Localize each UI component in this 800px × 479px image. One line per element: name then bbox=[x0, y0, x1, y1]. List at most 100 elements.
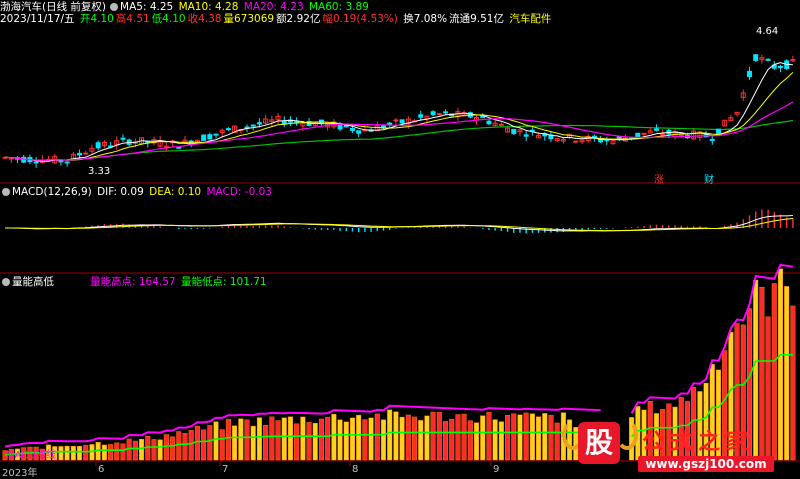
ma20-label: MA20: 4.23 bbox=[243, 1, 304, 13]
quote-low: 低4.10 bbox=[151, 13, 186, 25]
volume-bar bbox=[108, 444, 114, 461]
axis-month-9: 9 bbox=[493, 464, 500, 475]
volume-bar bbox=[207, 425, 213, 461]
volume-bar bbox=[176, 431, 182, 461]
logo-name: 公式之家 bbox=[642, 429, 755, 455]
candle-body bbox=[715, 128, 721, 135]
vol-values: 量能高点: 164.57 量能低点: 101.71 bbox=[90, 276, 269, 288]
candle-body bbox=[523, 134, 529, 137]
stock-title[interactable]: 渤海汽车(日线 前复权) bbox=[0, 1, 106, 13]
volume-bar bbox=[306, 422, 312, 461]
volume-bar bbox=[300, 416, 306, 461]
quote-change: 幅0.19(4.53%) bbox=[322, 13, 398, 25]
ma5-line bbox=[5, 62, 793, 162]
volume-bar bbox=[542, 413, 548, 461]
candle-body bbox=[753, 54, 759, 61]
quote-date: 2023/11/17/五 bbox=[0, 13, 75, 25]
candle-body bbox=[660, 133, 666, 136]
candle-body bbox=[765, 58, 771, 61]
quote-amount: 额2.92亿 bbox=[276, 13, 321, 25]
volume-bar bbox=[225, 418, 231, 461]
price-high-annotation: 4.64 bbox=[756, 26, 779, 37]
volume-bar bbox=[132, 440, 138, 461]
axis-month-8: 8 bbox=[352, 464, 359, 475]
candle-body bbox=[418, 114, 424, 118]
vol-name: 量能高低 bbox=[12, 276, 54, 288]
volume-bar bbox=[368, 417, 374, 461]
volume-bar bbox=[170, 436, 176, 461]
watermark-logo: 股 公式之家 www.gszj100.com bbox=[556, 418, 800, 476]
candle-body bbox=[83, 152, 89, 155]
cai-marker[interactable]: 财 bbox=[704, 171, 714, 186]
volume-bar bbox=[467, 420, 473, 461]
quote-line: 2023/11/17/五 开4.10 高4.51 低4.10 收4.38 量673069… bbox=[0, 13, 553, 25]
zhang-marker[interactable]: 涨 bbox=[654, 171, 664, 186]
ma10-label: MA10: 4.28 bbox=[178, 1, 239, 13]
volume-bar bbox=[120, 443, 126, 461]
volume-bar bbox=[529, 413, 535, 461]
moving-average-lines bbox=[5, 62, 794, 162]
volume-bar bbox=[312, 422, 318, 461]
candle-body bbox=[573, 140, 579, 143]
macd-lines bbox=[5, 215, 793, 232]
volume-bar bbox=[269, 416, 275, 461]
volume-bar bbox=[70, 445, 76, 461]
volume-bar bbox=[263, 425, 269, 461]
quote-turnover: 换7.08% bbox=[403, 13, 448, 25]
volume-bar bbox=[517, 414, 523, 461]
volume-bar bbox=[412, 416, 418, 461]
candle-body bbox=[33, 161, 39, 164]
logo-char: 股 bbox=[578, 422, 620, 464]
logo-url[interactable]: www.gszj100.com bbox=[638, 456, 774, 472]
candle-body bbox=[616, 136, 622, 139]
volume-bar bbox=[548, 415, 554, 461]
macd-name: MACD(12,26,9) bbox=[12, 186, 92, 198]
candle-body bbox=[498, 123, 504, 126]
quote-high: 高4.51 bbox=[115, 13, 150, 25]
volume-bar bbox=[244, 419, 250, 461]
candle-body bbox=[256, 122, 262, 125]
volume-bar bbox=[474, 422, 480, 461]
candle-body bbox=[635, 132, 641, 138]
volume-bar bbox=[536, 416, 542, 461]
volume-bar bbox=[405, 414, 411, 461]
macd-header: MACD(12,26,9) DIF: 0.09 DEA: 0.10 MACD: … bbox=[0, 186, 274, 198]
volume-bar bbox=[201, 429, 207, 461]
volume-bar bbox=[343, 421, 349, 461]
quote-volume: 量673069 bbox=[223, 13, 275, 25]
candle-body bbox=[393, 119, 399, 122]
volume-bar bbox=[511, 413, 517, 461]
candle-body bbox=[213, 133, 219, 136]
vol-settings-circle-icon[interactable] bbox=[2, 278, 10, 286]
quote-close: 收4.38 bbox=[187, 13, 222, 25]
price-low-annotation: 3.33 bbox=[88, 166, 111, 177]
volume-bar bbox=[213, 421, 219, 461]
ma5-label: MA5: 4.25 bbox=[120, 1, 174, 13]
volume-bar bbox=[443, 421, 449, 461]
macd-dea: DEA: 0.10 bbox=[149, 186, 202, 198]
candle-body bbox=[709, 138, 715, 141]
volume-bar bbox=[337, 419, 343, 461]
candle-body bbox=[349, 127, 355, 131]
volume-bar bbox=[114, 442, 120, 461]
volume-bar bbox=[318, 418, 324, 461]
axis-year: 2023年 bbox=[2, 468, 38, 479]
volume-bar bbox=[418, 420, 424, 461]
volume-bar bbox=[356, 414, 362, 461]
candle-body bbox=[77, 152, 83, 156]
quote-float: 流通9.51亿 bbox=[449, 13, 504, 25]
candle-body bbox=[176, 146, 182, 149]
candle-body bbox=[653, 128, 659, 131]
volume-bar bbox=[455, 414, 461, 461]
settings-circle-icon[interactable] bbox=[110, 3, 119, 11]
macd-settings-circle-icon[interactable] bbox=[2, 188, 10, 196]
volume-bar bbox=[461, 413, 467, 461]
volume-bar bbox=[436, 411, 442, 461]
candle-body bbox=[777, 65, 783, 69]
volume-bar bbox=[58, 446, 64, 461]
volume-bar bbox=[498, 421, 504, 461]
dif-line bbox=[5, 215, 793, 232]
axis-month-7: 7 bbox=[222, 464, 229, 475]
candle-body bbox=[95, 142, 101, 149]
volume-bar bbox=[523, 412, 529, 461]
